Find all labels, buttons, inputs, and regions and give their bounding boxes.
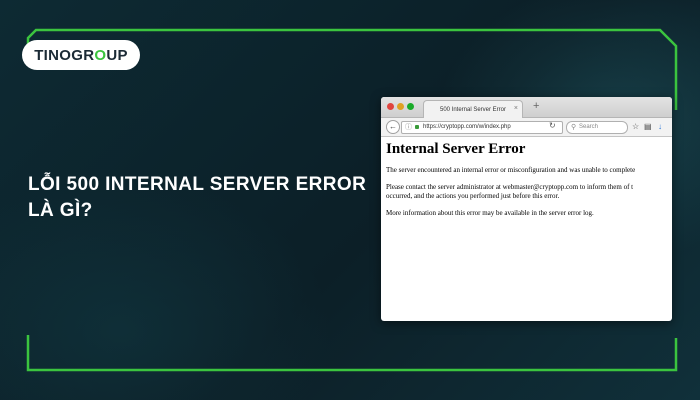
bookmark-star-icon[interactable]: ☆ — [632, 122, 639, 131]
new-tab-button[interactable]: + — [533, 100, 539, 112]
search-icon: ⚲ — [571, 124, 577, 131]
address-bar-text: https://cryptopp.com/w/index.php — [423, 124, 511, 130]
headline-line-2: LÀ GÌ? — [28, 200, 93, 221]
frame-bottom-line — [26, 335, 678, 372]
search-input[interactable]: ⚲ Search — [566, 121, 628, 134]
lock-icon — [415, 125, 419, 129]
tinogroup-logo: TINO GR O UP — [22, 40, 140, 70]
headline-line-1: LỖI 500 INTERNAL SERVER ERROR — [28, 174, 367, 195]
address-bar[interactable]: ⓘ https://cryptopp.com/w/index.php — [401, 121, 563, 134]
logo-text-gr: GR — [71, 46, 95, 64]
download-icon[interactable]: ↓ — [658, 122, 662, 131]
logo-text-o: O — [94, 46, 107, 64]
browser-tab-bar: 500 Internal Server Error × + — [381, 97, 672, 118]
reading-list-icon[interactable]: ▤ — [644, 122, 652, 131]
close-window-icon[interactable] — [387, 103, 394, 110]
reload-icon[interactable]: ↻ — [549, 121, 556, 130]
back-button[interactable]: ← — [386, 120, 400, 134]
logo-text-tino: TINO — [34, 46, 72, 64]
error-title: Internal Server Error — [386, 141, 526, 157]
minimize-window-icon[interactable] — [397, 103, 404, 110]
browser-tab[interactable]: 500 Internal Server Error × — [423, 100, 523, 118]
maximize-window-icon[interactable] — [407, 103, 414, 110]
error-paragraph-3: More information about this error may be… — [386, 209, 594, 217]
tab-title: 500 Internal Server Error — [439, 106, 507, 113]
error-paragraph-2-line-1: Please contact the server administrator … — [386, 183, 634, 191]
browser-window: 500 Internal Server Error × + ← ⓘ https:… — [381, 97, 672, 321]
search-placeholder: Search — [579, 124, 599, 130]
headline: LỖI 500 INTERNAL SERVER ERROR LÀ GÌ? — [28, 172, 373, 224]
info-icon[interactable]: ⓘ — [405, 122, 412, 133]
logo-text-up: UP — [106, 46, 128, 64]
error-page-content: Internal Server Error The server encount… — [386, 141, 672, 218]
error-paragraph-2-line-2: occurred, and the actions you performed … — [386, 192, 560, 200]
tab-close-icon[interactable]: × — [514, 105, 518, 112]
error-paragraph-1: The server encountered an internal error… — [386, 166, 636, 174]
browser-nav-bar: ← ⓘ https://cryptopp.com/w/index.php ↻ ⚲… — [381, 118, 672, 137]
